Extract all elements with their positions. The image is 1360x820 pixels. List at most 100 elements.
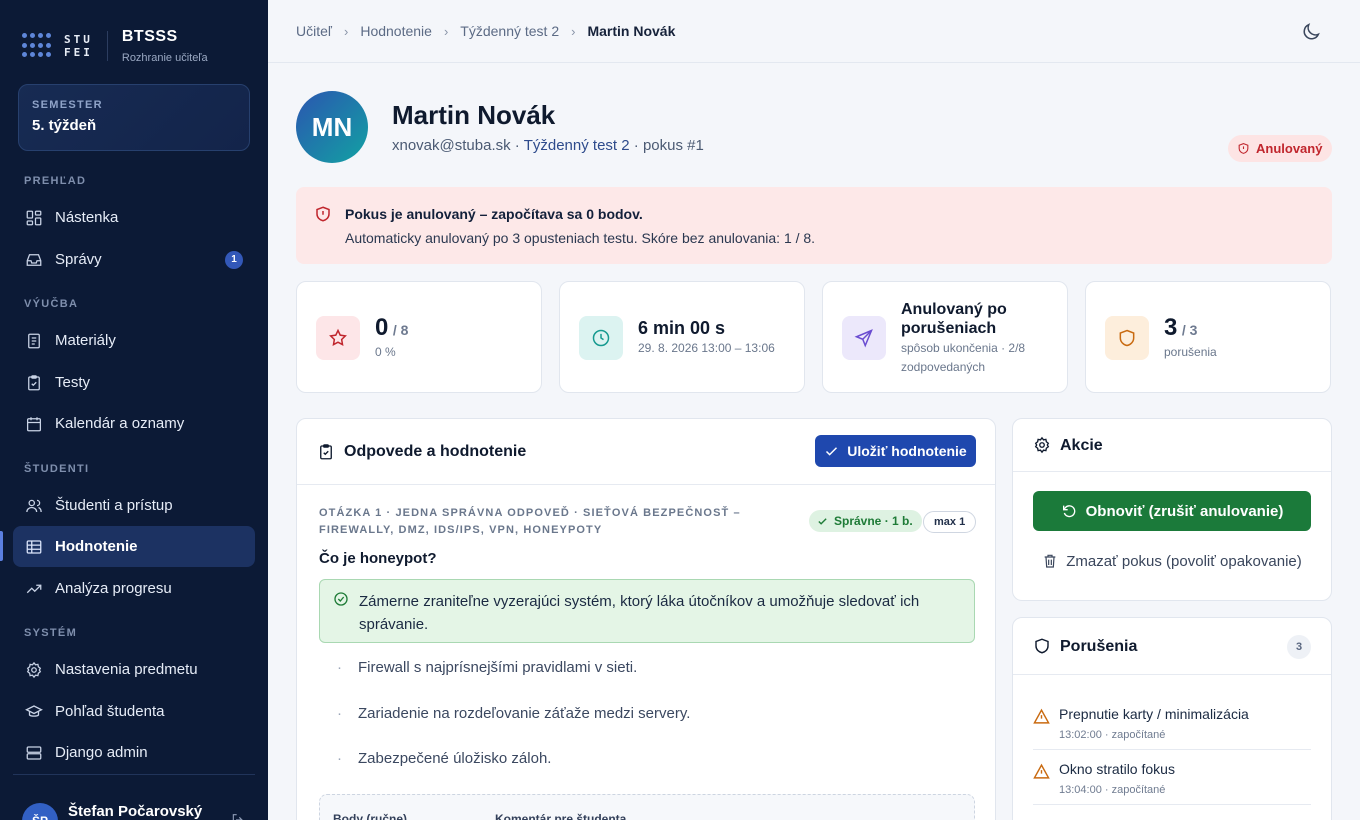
correct-option-text: Zámerne zraniteľne vyzerajúci systém, kt… (359, 593, 920, 633)
chevron-right-icon: › (343, 23, 349, 39)
status-label: Anulovaný (1256, 141, 1323, 156)
semester-card: SEMESTER 5. týždeň (18, 84, 250, 151)
inbox-icon (25, 251, 43, 269)
sidebar-item-messages[interactable]: Správy 1 (13, 239, 255, 280)
chevron-right-icon: › (571, 23, 576, 39)
document-icon (25, 332, 43, 350)
comment-label: Komentár pre študenta (495, 812, 627, 820)
bullet: · (337, 750, 342, 767)
sidebar-item-course-settings[interactable]: Nastavenia predmetu (13, 649, 255, 690)
annulled-alert: Pokus je anulovaný – započítava sa 0 bod… (296, 187, 1332, 264)
sidebar-item-dashboard[interactable]: Nástenka (13, 197, 255, 238)
sidebar-item-tests[interactable]: Testy (13, 362, 255, 403)
moon-icon[interactable] (1300, 21, 1322, 43)
topbar: Učiteľ › Hodnotenie › Týždenný test 2 › … (268, 0, 1360, 63)
active-indicator (0, 531, 3, 561)
violations-panel: Porušenia 3 Prepnutie karty / minimalizá… (1012, 617, 1332, 820)
divider (297, 484, 995, 485)
clipboard-check-icon (25, 374, 43, 392)
warning-icon (1033, 763, 1050, 779)
violations-count-badge: 3 (1287, 635, 1311, 659)
avatar[interactable]: ŠP (22, 803, 58, 820)
finish-value: Anulovaný po porušeniach (901, 301, 1007, 337)
sidebar-item-label: Pohľad študenta (55, 703, 165, 720)
gear-icon (25, 661, 43, 679)
violation-label: Okno stratilo fokus (1059, 761, 1175, 777)
semester-label: SEMESTER (32, 99, 103, 111)
meta-separator: · (514, 137, 524, 154)
violation-meta: 13:04:00 · započítané (1059, 784, 1166, 796)
breadcrumb-teacher[interactable]: Učiteľ (296, 23, 332, 39)
sidebar-item-progress-analysis[interactable]: Analýza progresu (13, 568, 255, 609)
actions-panel: Akcie Obnoviť (zrušiť anulovanie) Zmazať… (1012, 418, 1332, 601)
brand-subtitle: Rozhranie učiteľa (121, 52, 208, 64)
nav-section-teaching: VÝUČBA (24, 298, 79, 310)
bullet: · (337, 705, 342, 722)
student-avatar: MN (296, 91, 368, 163)
brand-divider (106, 31, 108, 61)
sidebar-item-label: Django admin (55, 744, 148, 761)
save-grading-button[interactable]: Uložiť hodnotenie (815, 435, 976, 467)
restore-attempt-button[interactable]: Obnoviť (zrušiť anulovanie) (1033, 491, 1311, 531)
sidebar-item-label: Nastavenia predmetu (55, 661, 198, 678)
question-header: OTÁZKA 1 · JEDNA SPRÁVNA ODPOVEĎ · SIEŤO… (319, 507, 741, 536)
attempt-number: pokus #1 (642, 137, 704, 154)
sidebar-item-label: Testy (55, 374, 91, 391)
breadcrumb-current: Martin Novák (587, 23, 676, 39)
points-label: Body (ručne) (333, 812, 408, 820)
delete-attempt-button[interactable]: Zmazať pokus (povoliť opakovanie) (1033, 541, 1311, 581)
time-value: 6 min 00 s (638, 318, 726, 338)
answers-panel: Odpovede a hodnotenie Uložiť hodnotenie … (296, 418, 996, 820)
correct-badge: Správne · 1 b. (809, 510, 922, 532)
server-icon (25, 744, 43, 762)
sidebar-item-label: Hodnotenie (55, 538, 138, 555)
violation-label: Prepnutie karty / minimalizácia (1059, 706, 1249, 722)
sidebar-item-student-view[interactable]: Pohľad študenta (13, 691, 255, 732)
logo-bottom: FEI (64, 46, 93, 59)
user-name: Štefan Počarovský (68, 803, 203, 820)
score-card: 0 / 8 0 % (296, 281, 542, 393)
sidebar-item-grading[interactable]: Hodnotenie (13, 526, 255, 567)
option-text: Firewall s najprísnejšími pravidlami v s… (358, 659, 638, 676)
violations-value: 3 / 3 (1164, 314, 1197, 342)
violations-count: 3 (1164, 314, 1178, 341)
score-max: / 8 (392, 322, 409, 338)
meta-separator: · (633, 137, 643, 154)
sidebar-item-materials[interactable]: Materiály (13, 320, 255, 361)
rotate-ccw-icon (1062, 505, 1075, 518)
score-points: 0 (375, 314, 389, 341)
trending-up-icon (25, 580, 43, 598)
status-badge: Anulovaný (1228, 135, 1333, 162)
brand[interactable]: STU FEI BTSSS Rozhranie učiteľa (22, 28, 208, 64)
check-icon (818, 517, 827, 525)
sidebar-item-label: Kalendár a oznamy (55, 415, 185, 432)
sidebar-item-label: Nástenka (55, 209, 119, 226)
clipboard-check-icon (320, 444, 332, 460)
stu-logo-icon (22, 33, 54, 59)
student-meta: xnovak@stuba.sk · Týždenný test 2 · poku… (392, 137, 704, 154)
page-title: Martin Novák (392, 100, 556, 130)
sidebar: STU FEI BTSSS Rozhranie učiteľa SEMESTER… (0, 0, 268, 820)
violation-item: Prepnutie karty / minimalizácia 13:02:00… (1033, 694, 1311, 750)
check-circle-icon (334, 592, 348, 606)
breadcrumb-test[interactable]: Týždenný test 2 (460, 23, 559, 39)
shield-alert-icon (316, 206, 330, 222)
delete-label: Zmazať pokus (povoliť opakovanie) (1066, 552, 1302, 570)
save-grading-label: Uložiť hodnotenie (847, 443, 967, 459)
sidebar-item-django-admin[interactable]: Django admin (13, 732, 255, 773)
sidebar-item-calendar[interactable]: Kalendár a oznamy (13, 403, 255, 444)
table-icon (25, 538, 43, 556)
sidebar-item-label: Materiály (55, 332, 116, 349)
sidebar-item-students-access[interactable]: Študenti a prístup (13, 485, 255, 526)
finish-sub: spôsob ukončenia · 2/8 zodpovedaných (901, 341, 1026, 374)
max-points-badge: max 1 (923, 511, 977, 533)
option-text: Zariadenie na rozdeľovanie záťaže medzi … (358, 705, 691, 722)
test-link[interactable]: Týždenný test 2 (524, 137, 630, 154)
breadcrumb-grading[interactable]: Hodnotenie (360, 23, 432, 39)
answers-title: Odpovede a hodnotenie (344, 443, 527, 460)
divider (1013, 471, 1331, 472)
shield-icon (1035, 638, 1049, 654)
restore-label: Obnoviť (zrušiť anulovanie) (1085, 502, 1284, 520)
calendar-icon (25, 415, 43, 433)
logout-icon[interactable] (230, 812, 246, 820)
